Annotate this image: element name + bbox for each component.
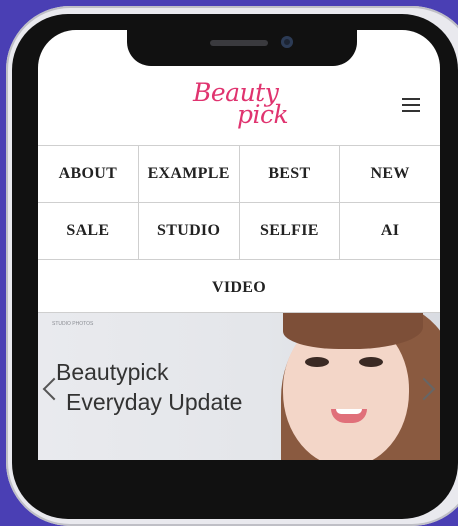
hero-banner[interactable]: STUDIO PHOTOS Beautypick Everyday Update [38,312,440,460]
nav-item-new[interactable]: NEW [340,146,440,202]
nav-row: SALE STUDIO SELFIE AI [38,202,440,259]
category-nav: ABOUT EXAMPLE BEST NEW SALE STUDIO SELFI… [38,145,440,316]
banner-title-line1: Beautypick [56,359,169,385]
banner-small-text: STUDIO PHOTOS [52,321,94,327]
nav-item-example[interactable]: EXAMPLE [139,146,240,202]
nav-item-ai[interactable]: AI [340,203,440,259]
front-camera-icon [281,36,293,48]
nav-row: VIDEO [38,259,440,316]
phone-screen: Beauty pick ABOUT EXAMPLE BEST NEW SALE … [38,30,440,460]
model-photo [243,313,440,460]
nav-item-sale[interactable]: SALE [38,203,139,259]
nav-item-video[interactable]: VIDEO [38,260,440,316]
nav-item-best[interactable]: BEST [240,146,341,202]
phone-notch [127,28,357,66]
nav-row: ABOUT EXAMPLE BEST NEW [38,145,440,202]
speaker-grille [210,40,268,46]
logo-line2: pick [237,100,289,129]
nav-item-studio[interactable]: STUDIO [139,203,240,259]
banner-title: Beautypick Everyday Update [56,357,242,417]
nav-item-about[interactable]: ABOUT [38,146,139,202]
banner-title-line2: Everyday Update [66,389,243,415]
hamburger-menu-icon[interactable] [402,98,420,112]
nav-item-selfie[interactable]: SELFIE [240,203,341,259]
